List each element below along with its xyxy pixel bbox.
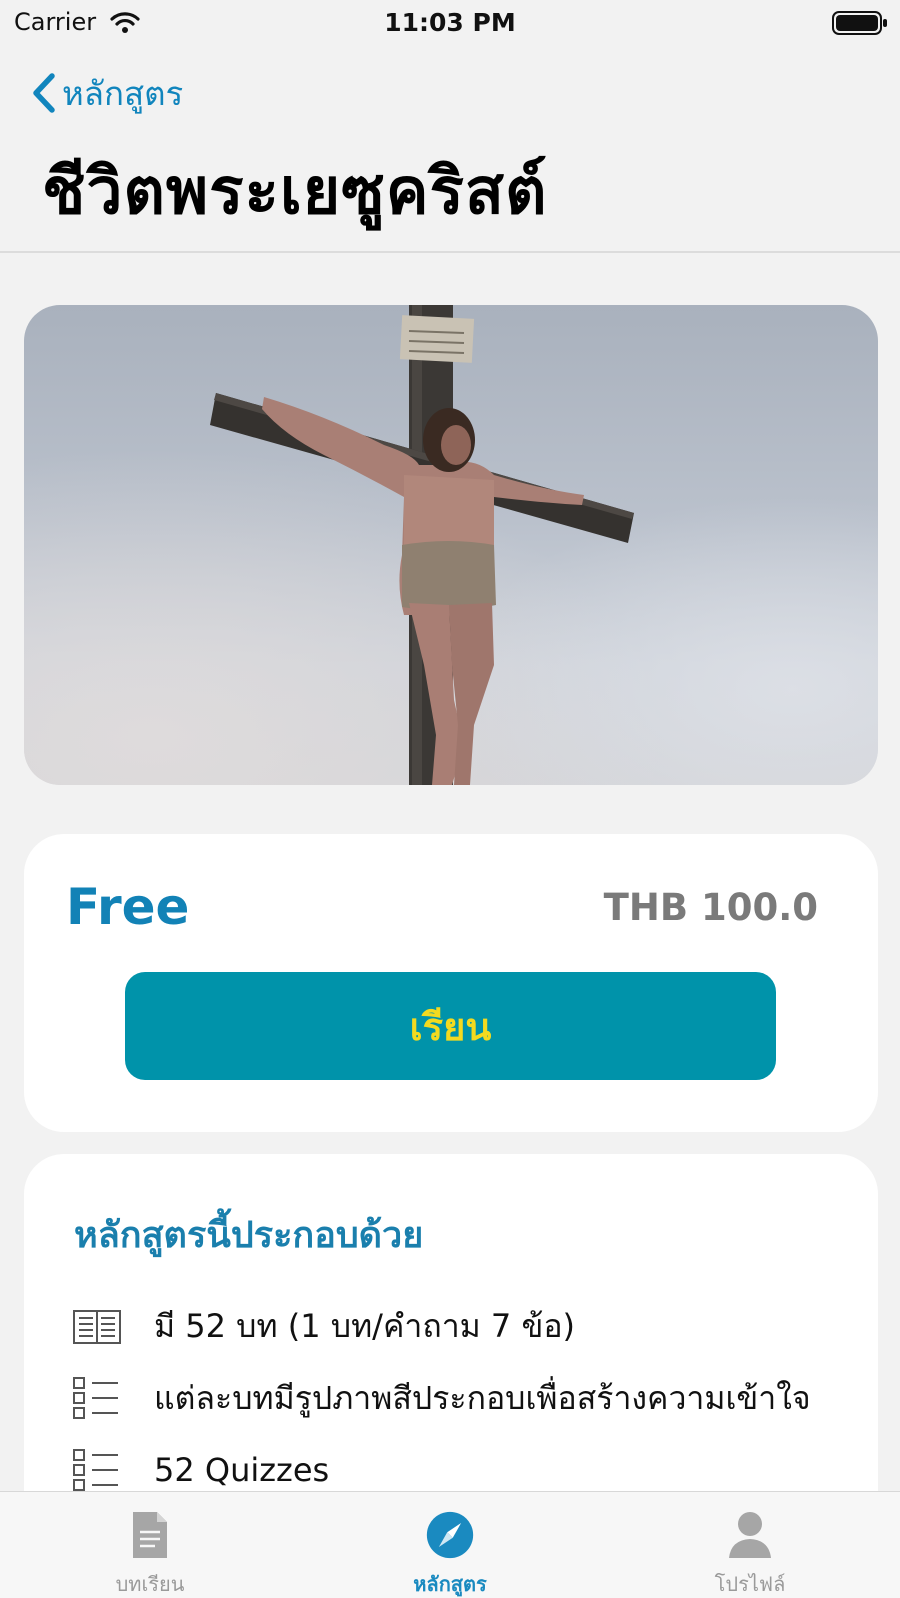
- chevron-left-icon: [33, 73, 55, 113]
- back-button[interactable]: หลักสูตร: [26, 66, 183, 120]
- person-icon: [729, 1512, 771, 1558]
- tab-bar: บทเรียน หลักสูตร โปรไฟล์: [0, 1491, 900, 1598]
- page-title: ชีวิตพระเยซูคริสต์: [42, 155, 548, 229]
- checklist-icon: [73, 1377, 118, 1419]
- original-price: THB 100.0: [603, 886, 818, 929]
- tab-label: โปรไฟล์: [714, 1572, 786, 1596]
- status-bar: Carrier 11:03 PM: [0, 0, 900, 48]
- feature-text: 52 Quizzes: [154, 1451, 330, 1489]
- course-hero-image: [24, 305, 878, 785]
- nav-divider: [0, 251, 900, 253]
- price-card: Free THB 100.0 เรียน: [24, 834, 878, 1132]
- back-label: หลักสูตร: [62, 73, 184, 113]
- list-item: มี 52 บท (1 บท/คำถาม 7 ข้อ): [72, 1296, 575, 1356]
- feature-text: แต่ละบทมีรูปภาพสีประกอบเพื่อสร้างความเข้…: [154, 1378, 811, 1417]
- list-item: แต่ละบทมีรูปภาพสีประกอบเพื่อสร้างความเข้…: [72, 1368, 811, 1428]
- tab-label: บทเรียน: [115, 1572, 185, 1596]
- feature-text: มี 52 บท (1 บท/คำถาม 7 ข้อ): [154, 1306, 576, 1345]
- tab-label: หลักสูตร: [413, 1572, 487, 1596]
- book-icon: [73, 1310, 121, 1344]
- price-label: Free: [66, 878, 190, 936]
- battery-icon: [832, 11, 887, 35]
- clock: 11:03 PM: [384, 8, 516, 37]
- course-info-heading: หลักสูตรนี้ประกอบด้วย: [74, 1215, 424, 1256]
- document-icon: [133, 1512, 167, 1558]
- tab-courses[interactable]: หลักสูตร: [300, 1492, 600, 1598]
- tab-lessons[interactable]: บทเรียน: [0, 1492, 300, 1598]
- learn-button[interactable]: เรียน: [125, 972, 776, 1080]
- checklist-icon: [73, 1449, 118, 1491]
- tab-profile[interactable]: โปรไฟล์: [600, 1492, 900, 1598]
- compass-icon: [426, 1511, 474, 1559]
